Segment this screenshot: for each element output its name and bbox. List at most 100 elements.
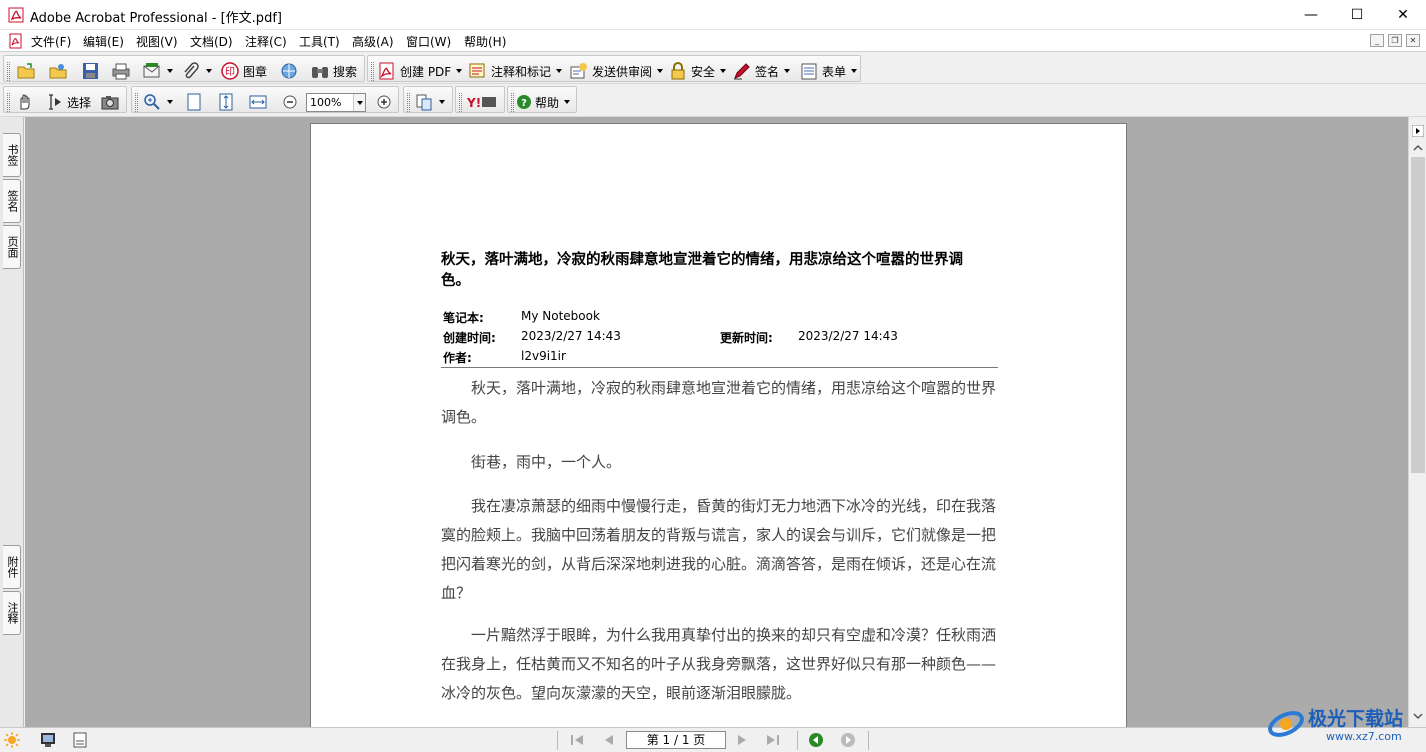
watermark-logo-icon [1268, 711, 1304, 737]
text-cursor-icon [49, 94, 61, 110]
watermark-brand: 极光下载站 [1308, 708, 1404, 730]
organizer-icon [49, 64, 67, 79]
chevron-down-icon [851, 69, 858, 73]
scroll-up-icon[interactable] [1412, 143, 1424, 153]
yahoo-toolbar-button[interactable]: Y! [466, 92, 498, 112]
document-pane[interactable]: 秋天，落叶满地，冷寂的秋雨肆意地宣泄着它的情绪，用悲凉给这个喧嚣的世界调色。 笔… [25, 117, 1408, 727]
doc-minimize-button[interactable]: _ [1370, 34, 1384, 47]
toolbar-grip[interactable] [511, 93, 514, 112]
organizer-button[interactable] [48, 61, 68, 81]
fit-page-icon [219, 93, 233, 111]
comment-markup-label: 注释和标记 [491, 64, 552, 79]
status-divider [868, 731, 869, 750]
page-number-field[interactable]: 第 1 / 1 页 [626, 731, 726, 749]
fit-width-button[interactable] [248, 92, 268, 112]
zoom-level-select[interactable]: 100% [306, 93, 366, 112]
pen-sign-icon [734, 63, 750, 80]
toolbar-grip[interactable] [459, 93, 462, 112]
globe-search-icon [281, 63, 297, 79]
chevron-down-icon [564, 100, 571, 104]
lock-icon [671, 62, 685, 80]
tab-signatures[interactable]: 签名 [3, 179, 21, 223]
chevron-down-icon [784, 69, 791, 73]
first-page-icon[interactable] [568, 732, 586, 748]
stamp-button[interactable]: 印 图章 [220, 61, 267, 81]
snapshot-button[interactable] [100, 92, 120, 112]
menu-view[interactable]: 视图(V) [136, 33, 178, 50]
email-button[interactable] [142, 61, 173, 81]
tab-bookmarks[interactable]: 书签 [3, 133, 21, 177]
toolbar-grip[interactable] [7, 93, 10, 112]
web-search-button[interactable] [279, 61, 299, 81]
attach-button[interactable] [181, 61, 212, 81]
scrollbar-thumb[interactable] [1411, 157, 1425, 473]
save-button[interactable] [80, 61, 100, 81]
maximize-button[interactable]: ☐ [1334, 0, 1380, 30]
document-menu-icon[interactable] [8, 33, 24, 49]
forms-button[interactable]: 表单 [799, 61, 858, 81]
tab-pages[interactable]: 页面 [3, 225, 21, 269]
actual-size-button[interactable] [184, 92, 204, 112]
toolbar-grip[interactable] [7, 62, 10, 81]
open-button[interactable] [16, 61, 36, 81]
security-button[interactable]: 安全 [668, 61, 727, 81]
page-size-icon[interactable] [72, 732, 88, 748]
next-page-icon[interactable] [733, 732, 751, 748]
zoom-out-button[interactable] [280, 92, 300, 112]
menu-help[interactable]: 帮助(H) [464, 33, 506, 50]
toolbar-rotate-group [403, 86, 453, 113]
previous-page-icon[interactable] [600, 732, 618, 748]
menu-edit[interactable]: 编辑(E) [83, 33, 124, 50]
menu-advanced[interactable]: 高级(A) [352, 33, 394, 50]
menu-comments[interactable]: 注释(C) [245, 33, 287, 50]
zoom-in-tool-button[interactable] [142, 92, 173, 112]
header-divider [441, 367, 998, 368]
last-page-icon[interactable] [764, 732, 782, 748]
vertical-scrollbar[interactable] [1408, 117, 1426, 727]
chevron-down-icon[interactable] [353, 94, 365, 111]
fit-width-icon [249, 95, 267, 109]
go-forward-icon[interactable] [839, 732, 857, 748]
menu-file[interactable]: 文件(F) [31, 33, 71, 50]
screen-view-icon[interactable] [40, 732, 56, 748]
doc-close-button[interactable]: ✕ [1406, 34, 1420, 47]
comment-markup-button[interactable]: 注释和标记 [468, 61, 563, 81]
tab-comments[interactable]: 注释 [3, 591, 21, 635]
select-tool-button[interactable]: 选择 [44, 92, 91, 112]
fit-page-button[interactable] [216, 92, 236, 112]
tips-sun-icon[interactable] [3, 731, 21, 749]
go-back-icon[interactable] [807, 732, 825, 748]
close-button[interactable]: ✕ [1380, 0, 1426, 30]
create-pdf-button[interactable]: 创建 PDF [377, 61, 463, 81]
help-button[interactable]: ? 帮助 [516, 92, 571, 112]
status-divider [797, 731, 798, 750]
doc-restore-button[interactable]: ❐ [1388, 34, 1402, 47]
menu-window[interactable]: 窗口(W) [406, 33, 451, 50]
panel-expand-icon[interactable] [1412, 125, 1424, 137]
sign-button[interactable]: 签名 [732, 61, 791, 81]
rotate-pages-icon [416, 94, 432, 111]
minimize-button[interactable]: — [1288, 0, 1334, 30]
select-label: 选择 [67, 95, 92, 110]
chevron-down-icon [657, 69, 664, 73]
note-heading: 秋天，落叶满地，冷寂的秋雨肆意地宣泄着它的情绪，用悲凉给这个喧嚣的世界调色。 [441, 252, 963, 289]
updated-label: 更新时间: [720, 331, 773, 345]
send-review-button[interactable]: 发送供审阅 [569, 61, 664, 81]
menu-document[interactable]: 文档(D) [190, 33, 233, 50]
svg-text:Y!: Y! [466, 96, 481, 110]
search-button[interactable]: 搜索 [310, 61, 357, 81]
hand-tool-button[interactable] [15, 92, 35, 112]
acrobat-app-icon[interactable] [8, 7, 24, 23]
toolbar-grip[interactable] [371, 62, 374, 81]
menu-tools[interactable]: 工具(T) [299, 33, 340, 50]
send-review-label: 发送供审阅 [592, 64, 653, 79]
tab-attachments[interactable]: 附件 [3, 545, 21, 589]
print-button[interactable] [111, 61, 131, 81]
zoom-in-button[interactable] [374, 92, 394, 112]
title-bar: Adobe Acrobat Professional - [作文.pdf] — … [0, 0, 1426, 30]
toolbar-grip[interactable] [135, 93, 138, 112]
create-pdf-icon [379, 62, 394, 80]
toolbar-grip[interactable] [407, 93, 410, 112]
rotate-view-button[interactable] [414, 92, 445, 112]
sign-label: 签名 [755, 64, 780, 79]
